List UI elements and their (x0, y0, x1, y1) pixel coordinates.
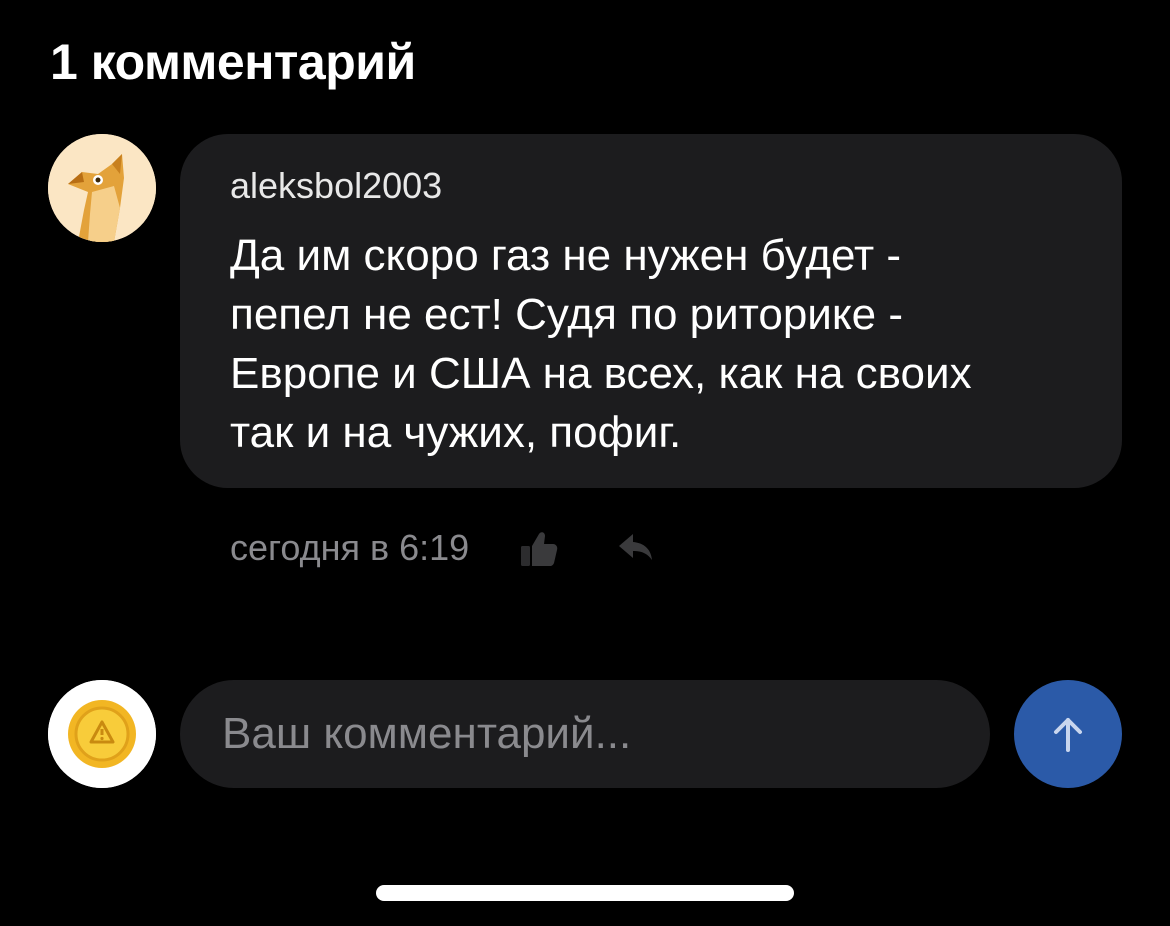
owl-avatar-icon (48, 134, 156, 242)
send-button[interactable] (1014, 680, 1122, 788)
home-indicator (376, 885, 794, 901)
current-user-avatar[interactable] (48, 680, 156, 788)
comment-line: пепел не ест! Судя по риторике - (230, 290, 903, 339)
comment-timestamp: сегодня в 6:19 (230, 527, 470, 568)
comments-count-title: 1 комментарий (50, 34, 416, 90)
comment-input[interactable] (220, 708, 964, 760)
comment-meta: сегодня в 6:19 (230, 524, 659, 572)
thumbs-up-icon (521, 532, 558, 566)
comment-line: Да им скоро газ не нужен будет - (230, 231, 902, 280)
coin-avatar-icon (48, 680, 156, 788)
comments-screen: 1 комментарий aleksbol2003 Да им скоро г… (0, 0, 1170, 926)
commenter-avatar[interactable] (48, 134, 156, 242)
comment-body: Да им скоро газ не нужен будет - пепел н… (230, 226, 1100, 462)
comment-input-container[interactable] (180, 680, 990, 788)
comment-line: Европе и США на всех, как на своих (230, 349, 972, 398)
comment-username[interactable]: aleksbol2003 (230, 164, 442, 208)
arrow-up-icon (1054, 718, 1082, 752)
comment-bubble: aleksbol2003 Да им скоро газ не нужен бу… (180, 134, 1122, 488)
reply-button[interactable] (615, 526, 659, 570)
reply-arrow-icon (619, 534, 653, 560)
comment-line: так и на чужих, пофиг. (230, 408, 682, 457)
like-button[interactable] (517, 526, 561, 570)
